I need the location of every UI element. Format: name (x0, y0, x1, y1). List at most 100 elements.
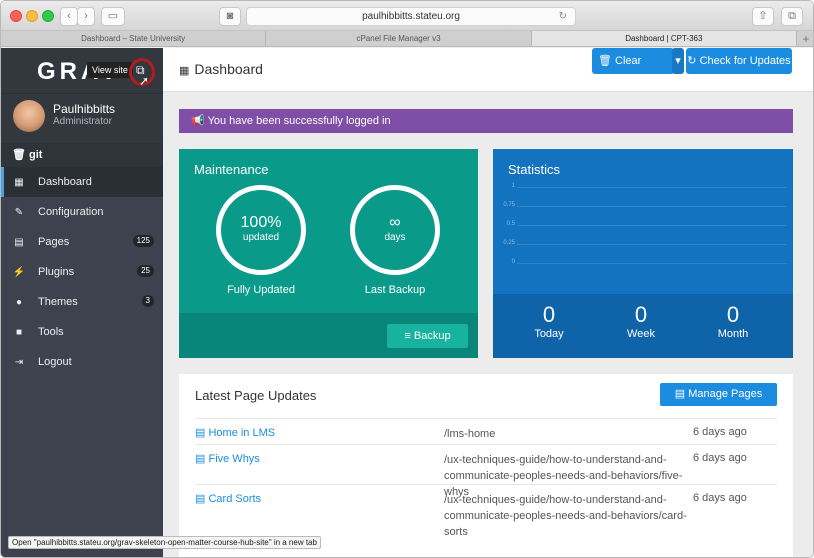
backup-button[interactable]: ≡ Backup (387, 324, 468, 348)
status-bar: Open "paulhibbitts.stateu.org/grav-skele… (8, 536, 321, 549)
forward-icon[interactable]: › (77, 7, 95, 26)
file-icon: ▤ (195, 493, 206, 505)
reload-icon[interactable]: ↻ (559, 8, 567, 25)
bullhorn-icon: 📢 (191, 115, 205, 127)
grid-line (517, 206, 787, 207)
latest-updates-title: Latest Page Updates (195, 388, 317, 403)
git-sync-item[interactable]: 🗑 git (1, 143, 163, 167)
backup-value: ∞ (389, 214, 401, 231)
sidebar-item-dashboard[interactable]: ▦ Dashboard (1, 167, 163, 197)
tick-label: 0.5 (506, 221, 515, 227)
sign-out-icon: ⇥ (14, 357, 24, 368)
page-title-link: Five Whys (208, 453, 260, 465)
tab-state-university[interactable]: Dashboard – State University (1, 31, 267, 46)
tab-cpt-363[interactable]: Dashboard | CPT-363 (531, 31, 797, 46)
sidebar-item-plugins[interactable]: ⚡ Plugins 25 (1, 257, 163, 287)
maintenance-panel: Maintenance 100% updated ∞ days Fully Up… (179, 149, 478, 358)
sidebar-item-tools[interactable]: ■ Tools (1, 317, 163, 347)
sidebar-item-label: Dashboard (38, 176, 92, 188)
page-route: /ux-techniques-guide/how-to-understand-a… (444, 494, 687, 538)
refresh-icon: ↻ (687, 55, 697, 67)
check-updates-button[interactable]: ↻ Check for Updates (686, 48, 792, 74)
themes-count-badge: 3 (141, 295, 154, 307)
file-icon: ▤ (14, 237, 24, 248)
sidebar-item-label: Configuration (38, 206, 104, 218)
statistics-panel: Statistics 1 0.75 0.5 0.25 0 0 Today 0 W… (493, 149, 793, 358)
login-alert: 📢 You have been successfully logged in (179, 109, 793, 133)
tabs-overview-icon[interactable]: ⧉ (781, 7, 803, 26)
table-row: ▤ Card Sorts /ux-techniques-guide/how-to… (195, 484, 777, 540)
manage-pages-button[interactable]: ▤ Manage Pages (660, 383, 777, 406)
briefcase-icon: ■ (15, 327, 23, 338)
page-title-link: Card Sorts (208, 493, 262, 505)
clear-cache-dropdown[interactable]: ▾ (672, 48, 684, 74)
clear-cache-button[interactable]: 🗑 Clear Cache (592, 48, 674, 93)
page-link[interactable]: ▤ Five Whys (195, 452, 260, 465)
trash-icon: 🗑 (598, 55, 612, 67)
main-content: ▦ Dashboard 🗑 Clear Cache ▾ ↻ Check for U… (163, 48, 813, 557)
tab-bar: Dashboard – State University cPanel File… (1, 31, 813, 47)
pages-count-badge: 125 (132, 235, 154, 247)
sidebar-item-logout[interactable]: ⇥ Logout (1, 347, 163, 377)
sidebar-item-themes[interactable]: ● Themes 3 (1, 287, 163, 317)
stat-week: 0 Week (601, 302, 681, 340)
today-label: Today (534, 328, 564, 340)
updated-value: 100% (240, 214, 282, 231)
sidebar-item-configuration[interactable]: ✎ Configuration (1, 197, 163, 227)
page-title-text: Dashboard (194, 61, 263, 77)
sidebar-item-label: Themes (38, 296, 78, 308)
grid-line (517, 263, 787, 264)
statistics-title: Statistics (508, 162, 561, 177)
grid-icon: ▦ (14, 177, 24, 188)
sidebar-item-label: Plugins (38, 266, 75, 278)
zoom-window-button[interactable] (42, 10, 54, 22)
sidebar-toggle-icon[interactable]: ▭ (101, 7, 125, 26)
close-window-button[interactable] (10, 10, 22, 22)
avatar (13, 100, 45, 132)
updated-ring: 100% updated (216, 185, 306, 275)
backup-label: Backup (413, 330, 451, 342)
back-icon[interactable]: ‹ (60, 7, 78, 26)
stat-today: 0 Today (509, 302, 589, 340)
maintenance-footer: ≡ Backup (179, 313, 478, 358)
address-bar[interactable]: paulhibbitts.stateu.org ↻ (246, 7, 576, 26)
user-panel[interactable]: Paulhibbitts Administrator (1, 93, 163, 143)
stat-month: 0 Month (693, 302, 773, 340)
wrench-icon: ✎ (14, 207, 24, 218)
table-row: ▤ Five Whys /ux-techniques-guide/how-to-… (195, 444, 777, 498)
page-age: 6 days ago (693, 492, 747, 504)
tick-label: 0.25 (503, 240, 515, 246)
new-tab-button[interactable]: + (797, 31, 813, 46)
page-link[interactable]: ▤ Card Sorts (195, 492, 261, 505)
tick-label: 0.75 (503, 202, 515, 208)
title-bar: ‹ › ▭ ◙ paulhibbitts.stateu.org ↻ ⇧ ⧉ (1, 1, 813, 31)
trash-icon: 🗑 (12, 149, 26, 161)
backup-sub: days (384, 232, 406, 243)
caret-down-icon: ▾ (675, 55, 681, 67)
plug-icon: ⚡ (12, 267, 26, 278)
tab-cpanel[interactable]: cPanel File Manager v3 (266, 31, 532, 46)
url-text: paulhibbitts.stateu.org (362, 11, 460, 22)
check-updates-label: Check for Updates (699, 55, 791, 67)
maintenance-title: Maintenance (194, 162, 269, 177)
page-link[interactable]: ▤ Home in LMS (195, 426, 275, 439)
latest-updates-panel: Latest Page Updates ▤ Manage Pages ▤ Hom… (179, 374, 793, 557)
view-site-tooltip: View site (87, 62, 133, 78)
sidebar-item-label: Logout (38, 356, 72, 368)
admin-sidebar: GRAV View site ⧉ ➚ ‹ Paulhibbitts Admini… (1, 48, 163, 557)
file-icon: ▤ (674, 388, 686, 400)
manage-pages-label: Manage Pages (688, 388, 763, 400)
tick-label: 0 (511, 259, 515, 265)
sidebar-item-pages[interactable]: ▤ Pages 125 (1, 227, 163, 257)
sidebar-item-label: Tools (38, 326, 64, 338)
browser-window: ‹ › ▭ ◙ paulhibbitts.stateu.org ↻ ⇧ ⧉ Da… (0, 0, 814, 558)
minimize-window-button[interactable] (26, 10, 38, 22)
updated-sub: updated (242, 232, 280, 243)
privacy-icon[interactable]: ◙ (219, 7, 241, 26)
database-icon: ≡ (404, 330, 411, 342)
week-label: Week (627, 328, 655, 340)
statistics-footer: 0 Today 0 Week 0 Month (493, 294, 793, 358)
share-icon[interactable]: ⇧ (752, 7, 774, 26)
backup-ring: ∞ days (350, 185, 440, 275)
plugins-count-badge: 25 (137, 265, 154, 277)
